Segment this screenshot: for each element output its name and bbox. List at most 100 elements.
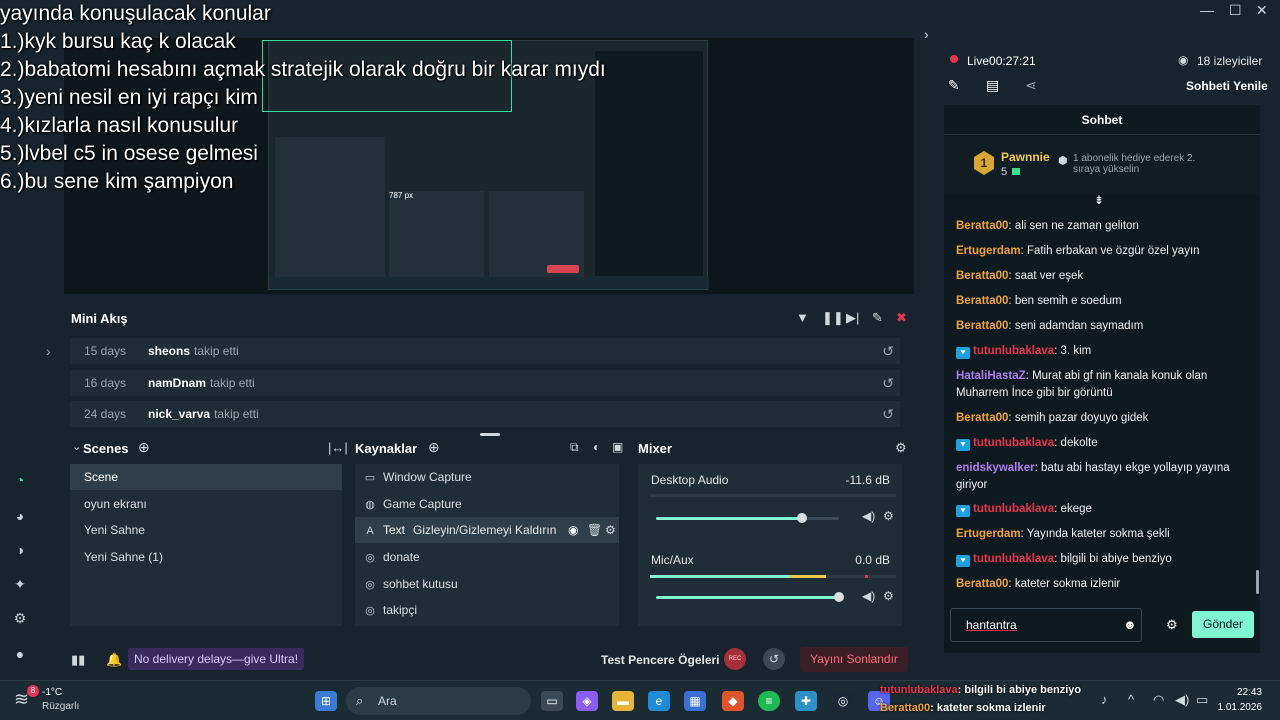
scene-item[interactable]: oyun ekranı bbox=[70, 491, 342, 517]
rec-button[interactable]: REC bbox=[724, 648, 746, 670]
emoji-icon[interactable]: ☻ bbox=[1123, 617, 1137, 632]
themes-icon[interactable]: ◕ bbox=[10, 506, 30, 526]
replay-icon[interactable]: ↺ bbox=[882, 338, 894, 364]
minimize-button[interactable]: — bbox=[1200, 2, 1214, 18]
chat-scrollbar[interactable] bbox=[1256, 570, 1259, 594]
chat-user[interactable]: tutunlubaklava bbox=[973, 345, 1054, 357]
source-item[interactable]: ◎ sohbet kutusu bbox=[355, 571, 619, 597]
collapse-icon[interactable]: ⌄ bbox=[72, 440, 81, 453]
scene-item[interactable]: Yeni Sahne (1) bbox=[70, 544, 342, 570]
stats-chart-icon[interactable]: ▮▮ bbox=[71, 652, 85, 668]
brave-browser-icon[interactable]: ◆ bbox=[722, 691, 744, 711]
refresh-chat-button[interactable]: Sohbeti Yenile bbox=[1186, 79, 1268, 93]
expand-chevron-icon[interactable]: › bbox=[46, 343, 51, 359]
edit-pencil-icon[interactable]: ✎ bbox=[948, 77, 960, 94]
source-settings-gear-icon[interactable]: ⚙ bbox=[605, 517, 616, 543]
chat-user[interactable]: tutunlubaklava bbox=[973, 553, 1054, 565]
ultra-promo[interactable]: No delivery delays—give Ultra! bbox=[128, 648, 305, 670]
feed-user[interactable]: namDnam bbox=[148, 376, 206, 390]
channel-gear-icon[interactable]: ⚙ bbox=[883, 509, 894, 523]
volume-slider[interactable] bbox=[656, 592, 844, 602]
maximize-button[interactable]: ☐ bbox=[1229, 2, 1242, 19]
battery-icon[interactable]: ▭ bbox=[1196, 692, 1208, 708]
test-widgets-label[interactable]: Test Pencere Ögeleri bbox=[601, 653, 720, 667]
copilot-icon[interactable]: ◈ bbox=[576, 691, 598, 711]
end-stream-button[interactable]: Yayını Sonlandır bbox=[800, 647, 908, 672]
chat-settings-gear-icon[interactable]: ⚙ bbox=[1166, 617, 1178, 633]
pause-icon[interactable]: ❚❚ bbox=[822, 310, 844, 326]
chat-input[interactable]: hantantra ☻ bbox=[950, 608, 1142, 642]
volume-icon[interactable]: ◀) bbox=[1175, 692, 1189, 708]
chat-user[interactable]: HataliHastaZ bbox=[956, 370, 1026, 382]
file-explorer-icon[interactable]: ▬ bbox=[612, 691, 634, 711]
popout-icon[interactable]: ▤ bbox=[986, 77, 999, 94]
replay-icon[interactable]: ↺ bbox=[882, 370, 894, 396]
folder-icon[interactable]: ▣ bbox=[612, 440, 623, 454]
replay-buffer-icon[interactable]: ↺ bbox=[763, 648, 785, 670]
channel-gear-icon[interactable]: ⚙ bbox=[883, 589, 894, 603]
chat-user[interactable]: Ertugerdam bbox=[956, 528, 1021, 540]
collapse-panel-icon[interactable]: |↔| bbox=[328, 440, 348, 455]
visibility-eye-icon[interactable]: ◉ bbox=[568, 517, 578, 543]
filter-icon[interactable]: ▼ bbox=[796, 310, 809, 325]
volume-slider[interactable] bbox=[656, 513, 839, 523]
apps-icon[interactable]: ◑ bbox=[10, 540, 30, 560]
tray-chevron-icon[interactable]: ^ bbox=[1128, 692, 1134, 707]
ai-icon[interactable]: ✦ bbox=[10, 574, 30, 594]
clock-time[interactable]: 22:43 bbox=[1222, 687, 1262, 698]
source-item[interactable]: ◎ donate bbox=[355, 544, 619, 570]
weather-desc[interactable]: Rüzgarlı bbox=[42, 701, 79, 712]
chat-user[interactable]: Beratta00 bbox=[956, 412, 1008, 424]
chat-user[interactable]: Beratta00 bbox=[956, 578, 1008, 590]
chat-user[interactable]: enidskywalker bbox=[956, 462, 1035, 474]
scene-item[interactable]: Yeni Sahne bbox=[70, 517, 342, 543]
close-button[interactable]: ✕ bbox=[1256, 2, 1268, 19]
feed-user[interactable]: nick_varva bbox=[148, 407, 210, 421]
source-layout-icon[interactable]: ⧉ bbox=[570, 440, 579, 455]
settings-gear-icon[interactable]: ⚙ bbox=[10, 608, 30, 628]
store-icon[interactable]: ▦ bbox=[684, 691, 706, 711]
trash-icon[interactable]: 🗑 bbox=[587, 517, 602, 543]
source-item[interactable]: A Text Gizleyin/Gizlemeyi Kaldırın ◉ 🗑 ⚙ bbox=[355, 517, 619, 543]
chat-user[interactable]: Beratta00 bbox=[956, 320, 1008, 332]
slider-knob[interactable] bbox=[797, 513, 808, 523]
chat-user[interactable]: Beratta00 bbox=[956, 270, 1008, 282]
edge-browser-icon[interactable]: e bbox=[648, 691, 670, 711]
disable-alerts-icon[interactable]: ✖ bbox=[896, 310, 907, 326]
chat-user[interactable]: Beratta00 bbox=[956, 295, 1008, 307]
notifications-icon[interactable]: 🔔 bbox=[106, 652, 122, 668]
slider-knob[interactable] bbox=[834, 592, 844, 602]
mute-icon[interactable]: ◐ bbox=[593, 440, 600, 454]
source-item[interactable]: ◍ Game Capture bbox=[355, 491, 619, 517]
chat-user[interactable]: Beratta00 bbox=[956, 220, 1008, 232]
chat-user[interactable]: Ertugerdam bbox=[956, 245, 1021, 257]
feed-user[interactable]: sheons bbox=[148, 344, 190, 358]
mute-alerts-icon[interactable]: ✎ bbox=[872, 310, 883, 326]
steam-icon[interactable]: ◎ bbox=[832, 691, 854, 711]
microphone-icon[interactable]: ♪ bbox=[1101, 692, 1108, 707]
share-icon[interactable]: ⋖ bbox=[1025, 77, 1037, 94]
chat-user[interactable]: tutunlubaklava bbox=[973, 437, 1054, 449]
clock-date[interactable]: 1.01.2026 bbox=[1212, 702, 1263, 713]
collapse-chat-header-icon[interactable]: ⇟ bbox=[1094, 193, 1104, 207]
wifi-icon[interactable]: ◠ bbox=[1153, 692, 1164, 708]
start-windows-icon[interactable]: ⊞ bbox=[315, 691, 337, 711]
collapse-chat-chevron-icon[interactable]: › bbox=[924, 26, 929, 42]
add-source-icon[interactable]: ⊕ bbox=[428, 439, 440, 456]
skip-icon[interactable]: ▶| bbox=[846, 310, 859, 326]
replay-icon[interactable]: ↺ bbox=[882, 401, 894, 427]
source-item[interactable]: ◎ takipçi bbox=[355, 597, 619, 623]
spotify-icon[interactable]: ≡ bbox=[758, 691, 780, 711]
task-view-icon[interactable]: ▭ bbox=[541, 691, 563, 711]
speaker-icon[interactable]: ◀) bbox=[862, 589, 875, 603]
scene-item[interactable]: Scene bbox=[70, 464, 342, 490]
resize-handle[interactable] bbox=[480, 433, 500, 436]
mixer-settings-gear-icon[interactable]: ⚙ bbox=[895, 440, 907, 456]
add-scene-icon[interactable]: ⊕ bbox=[138, 439, 150, 456]
weather-temp[interactable]: -1°C bbox=[42, 687, 62, 698]
speaker-icon[interactable]: ◀) bbox=[862, 509, 875, 523]
profile-icon[interactable]: ● bbox=[10, 644, 30, 664]
source-item[interactable]: ▭ Window Capture bbox=[355, 464, 619, 490]
dashboard-icon[interactable]: ◔ bbox=[10, 470, 30, 490]
app-icon[interactable]: ✚ bbox=[795, 691, 817, 711]
